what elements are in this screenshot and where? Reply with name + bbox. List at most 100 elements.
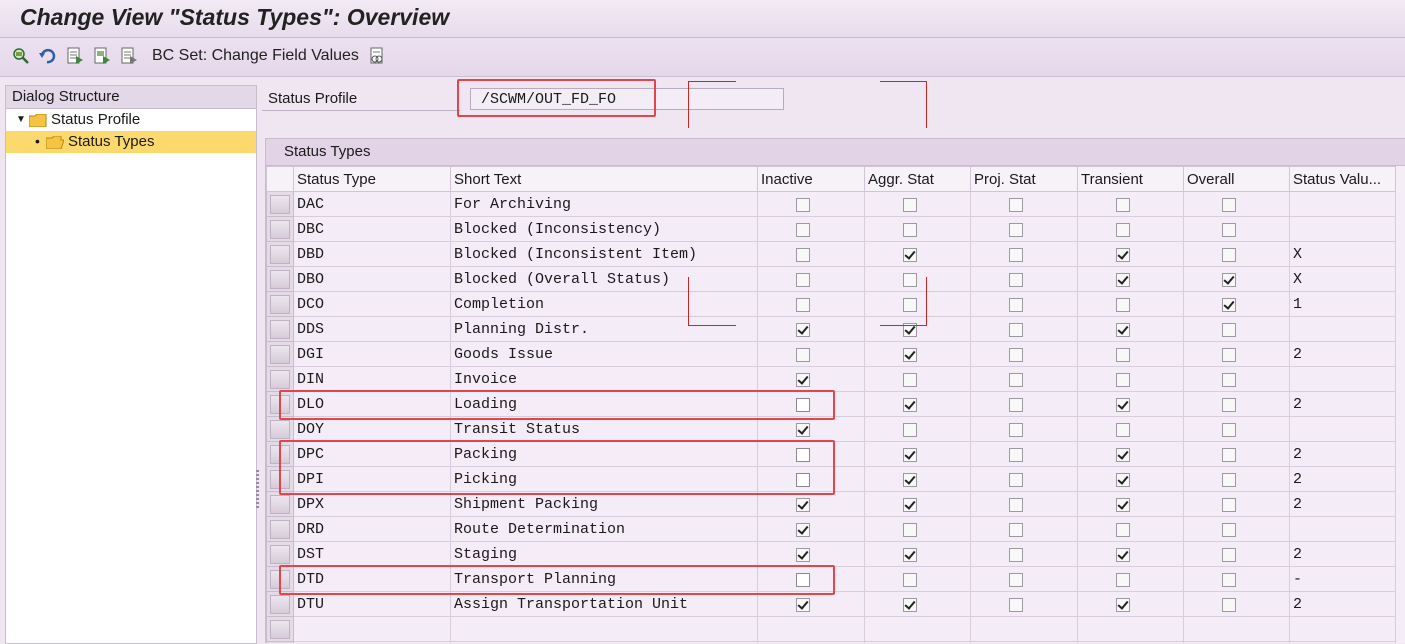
status-type-cell[interactable]: DRD (293, 516, 451, 542)
proj-checkbox[interactable] (1009, 597, 1023, 612)
col-aggr-stat[interactable]: Aggr. Stat (864, 166, 971, 192)
col-proj-stat[interactable]: Proj. Stat (970, 166, 1078, 192)
aggr-checkbox[interactable] (903, 547, 917, 562)
status-type-cell[interactable]: DIN (293, 366, 451, 392)
row-selector-button[interactable] (270, 269, 290, 289)
undo-icon[interactable] (38, 47, 56, 65)
overall-checkbox[interactable] (1222, 597, 1236, 612)
overall-checkbox[interactable] (1222, 372, 1236, 387)
table-row[interactable]: DOY Transit Status (266, 416, 1396, 442)
proj-checkbox[interactable] (1009, 297, 1023, 312)
overall-checkbox[interactable] (1222, 222, 1236, 237)
status-value-cell[interactable] (1289, 191, 1396, 217)
overall-checkbox[interactable] (1222, 297, 1236, 312)
overall-checkbox[interactable] (1222, 472, 1236, 487)
proj-checkbox[interactable] (1009, 272, 1023, 287)
row-selector-button[interactable] (270, 219, 290, 239)
status-type-cell[interactable]: DPX (293, 491, 451, 517)
overall-checkbox[interactable] (1222, 422, 1236, 437)
status-type-cell[interactable]: DBD (293, 241, 451, 267)
short-text-cell[interactable]: Blocked (Inconsistent Item) (450, 241, 758, 267)
proj-checkbox[interactable] (1009, 497, 1023, 512)
status-value-cell[interactable]: 2 (1289, 391, 1396, 417)
row-selector-button[interactable] (270, 319, 290, 339)
status-value-cell[interactable]: 1 (1289, 291, 1396, 317)
col-overall[interactable]: Overall (1183, 166, 1290, 192)
short-text-cell[interactable]: Route Determination (450, 516, 758, 542)
status-value-cell[interactable]: X (1289, 241, 1396, 267)
inactive-checkbox[interactable] (796, 422, 810, 437)
overall-checkbox[interactable] (1222, 272, 1236, 287)
status-value-cell[interactable] (1289, 416, 1396, 442)
expand-arrow-icon[interactable]: ▼ (16, 109, 26, 131)
transient-checkbox[interactable] (1116, 297, 1130, 312)
proj-checkbox[interactable] (1009, 247, 1023, 262)
status-value-cell[interactable] (1289, 316, 1396, 342)
row-selector-button[interactable] (270, 194, 290, 214)
status-value-cell[interactable]: 2 (1289, 591, 1396, 617)
status-type-cell[interactable]: DST (293, 541, 451, 567)
inactive-checkbox[interactable] (796, 597, 810, 612)
aggr-checkbox[interactable] (903, 522, 917, 537)
tree-item-status-types[interactable]: • Status Types (6, 131, 256, 153)
row-selector[interactable] (266, 266, 294, 292)
aggr-checkbox[interactable] (903, 297, 917, 312)
proj-checkbox[interactable] (1009, 422, 1023, 437)
transient-checkbox[interactable] (1116, 372, 1130, 387)
row-selector[interactable] (266, 216, 294, 242)
proj-checkbox[interactable] (1009, 472, 1023, 487)
row-selector[interactable] (266, 616, 294, 642)
row-selector[interactable] (266, 591, 294, 617)
bc-set-icon[interactable] (368, 47, 386, 65)
transient-checkbox[interactable] (1116, 597, 1130, 612)
display-change-icon[interactable] (12, 47, 30, 65)
deselect-icon[interactable] (120, 47, 138, 65)
transient-checkbox[interactable] (1116, 222, 1130, 237)
table-row[interactable]: DST Staging 2 (266, 541, 1396, 567)
row-selector[interactable] (266, 341, 294, 367)
overall-checkbox[interactable] (1222, 547, 1236, 562)
row-selector-button[interactable] (270, 419, 290, 439)
status-type-cell[interactable]: DAC (293, 191, 451, 217)
inactive-checkbox[interactable] (796, 197, 810, 212)
transient-checkbox[interactable] (1116, 397, 1130, 412)
aggr-checkbox[interactable] (903, 272, 917, 287)
aggr-checkbox[interactable] (903, 197, 917, 212)
col-status-value[interactable]: Status Valu... (1289, 166, 1396, 192)
table-row[interactable]: DDS Planning Distr. (266, 316, 1396, 342)
short-text-cell[interactable]: Staging (450, 541, 758, 567)
transient-checkbox[interactable] (1116, 497, 1130, 512)
table-row[interactable]: DCO Completion 1 (266, 291, 1396, 317)
short-text-cell[interactable]: Blocked (Inconsistency) (450, 216, 758, 242)
aggr-checkbox[interactable] (903, 397, 917, 412)
aggr-checkbox[interactable] (903, 422, 917, 437)
row-selector-button[interactable] (270, 344, 290, 364)
overall-checkbox[interactable] (1222, 197, 1236, 212)
row-selector[interactable] (266, 316, 294, 342)
table-row[interactable]: DPX Shipment Packing 2 (266, 491, 1396, 517)
transient-checkbox[interactable] (1116, 197, 1130, 212)
col-status-type[interactable]: Status Type (293, 166, 451, 192)
row-selector[interactable] (266, 491, 294, 517)
table-row[interactable]: DAC For Archiving (266, 191, 1396, 217)
inactive-checkbox[interactable] (796, 272, 810, 287)
row-selector-button[interactable] (270, 294, 290, 314)
inactive-checkbox[interactable] (796, 322, 810, 337)
aggr-checkbox[interactable] (903, 572, 917, 587)
aggr-checkbox[interactable] (903, 222, 917, 237)
transient-checkbox[interactable] (1116, 447, 1130, 462)
overall-checkbox[interactable] (1222, 322, 1236, 337)
inactive-checkbox[interactable] (796, 547, 810, 562)
proj-checkbox[interactable] (1009, 572, 1023, 587)
aggr-checkbox[interactable] (903, 347, 917, 362)
short-text-cell[interactable]: Completion (450, 291, 758, 317)
overall-checkbox[interactable] (1222, 247, 1236, 262)
transient-checkbox[interactable] (1116, 422, 1130, 437)
overall-checkbox[interactable] (1222, 522, 1236, 537)
transient-checkbox[interactable] (1116, 247, 1130, 262)
aggr-checkbox[interactable] (903, 597, 917, 612)
proj-checkbox[interactable] (1009, 347, 1023, 362)
short-text-cell[interactable]: Transit Status (450, 416, 758, 442)
status-type-cell[interactable]: DDS (293, 316, 451, 342)
aggr-checkbox[interactable] (903, 497, 917, 512)
